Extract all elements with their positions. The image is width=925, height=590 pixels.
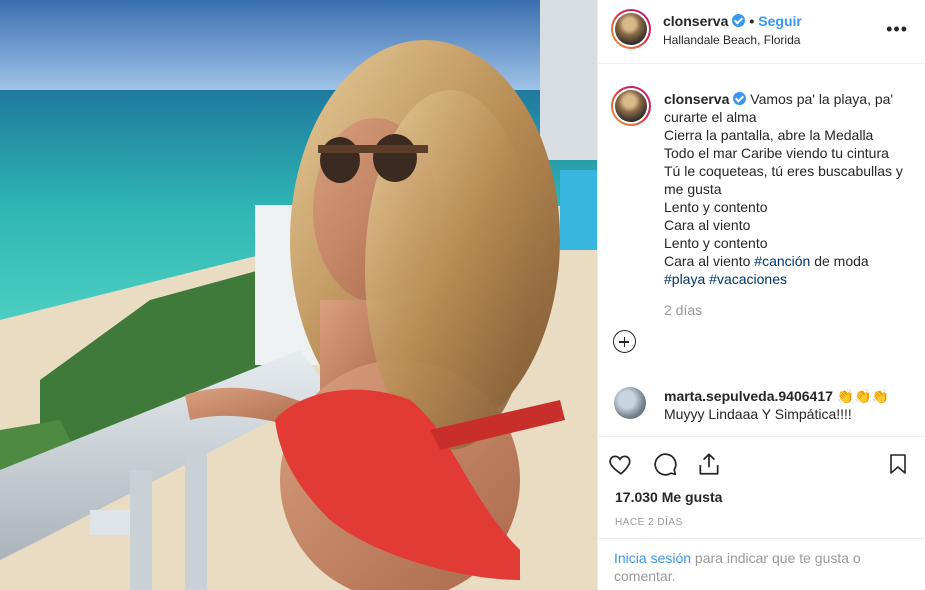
caption-line: Todo el mar Caribe viendo tu cintura	[664, 145, 889, 161]
more-options-icon[interactable]: •••	[886, 20, 908, 38]
beach-photo-image	[0, 0, 597, 590]
caption-username[interactable]: clonserva	[664, 91, 729, 107]
post-location[interactable]: Hallandale Beach, Florida	[663, 33, 800, 47]
comment-icon[interactable]	[652, 451, 678, 477]
caption-line: Tú le coqueteas, tú eres buscabullas y m…	[664, 163, 903, 197]
author-avatar[interactable]	[611, 9, 651, 49]
bookmark-icon[interactable]	[886, 451, 910, 477]
comment-text: Muyyy Lindaaa Y Simpática!!!!	[664, 406, 852, 422]
caption-line-suffix: de moda	[810, 253, 869, 269]
verified-icon	[733, 92, 747, 105]
caption-timestamp: 2 días	[664, 302, 703, 318]
share-icon[interactable]	[696, 451, 722, 477]
commenter-avatar[interactable]	[614, 387, 646, 419]
add-comment-icon[interactable]	[613, 330, 636, 353]
caption-line: Cierra la pantalla, abre la Medalla	[664, 127, 874, 143]
post-header: clonserva • Seguir Hallandale Beach, Flori…	[598, 0, 925, 64]
dot-separator: •	[749, 13, 755, 29]
login-link[interactable]: Inicia sesión	[614, 550, 691, 566]
login-prompt: Inicia sesión para indicar que te gusta …	[598, 538, 925, 590]
comment-emoji: 👏👏👏	[836, 388, 890, 404]
caption-line-prefix: Cara al viento	[664, 253, 755, 269]
follow-button[interactable]: Seguir	[758, 13, 802, 29]
like-count[interactable]: 17.030 Me gusta	[615, 489, 722, 505]
caption-hashtags: #playa #vacaciones	[664, 270, 914, 288]
author-name-row: clonserva • Seguir	[663, 13, 802, 29]
caption-line: Lento y contento	[664, 199, 768, 215]
post-side-panel: clonserva • Seguir Hallandale Beach, Flori…	[597, 0, 925, 590]
post-date: HACE 2 DÍAS	[615, 517, 683, 528]
verified-icon	[732, 14, 746, 27]
caption-line: Cara al viento	[664, 217, 751, 233]
author-username[interactable]: clonserva	[663, 13, 728, 29]
commenter-username[interactable]: marta.sepulveda.9406417	[664, 388, 833, 404]
post-photo[interactable]	[0, 0, 597, 590]
caption-line: Lento y contento	[664, 235, 768, 251]
hashtag-link[interactable]: #playa	[664, 271, 705, 287]
heart-icon[interactable]	[608, 451, 634, 477]
comment-body: marta.sepulveda.9406417 👏👏👏 Muyyy Lindaa…	[664, 387, 914, 423]
caption-line-last: Cara al viento #canción de moda	[664, 252, 914, 270]
caption-author-avatar[interactable]	[611, 86, 651, 126]
caption-text: clonserva Vamos pa' la playa, pa' curart…	[664, 90, 914, 288]
hashtag-link[interactable]: #canción	[754, 253, 810, 269]
hashtag-link[interactable]: #vacaciones	[709, 271, 787, 287]
